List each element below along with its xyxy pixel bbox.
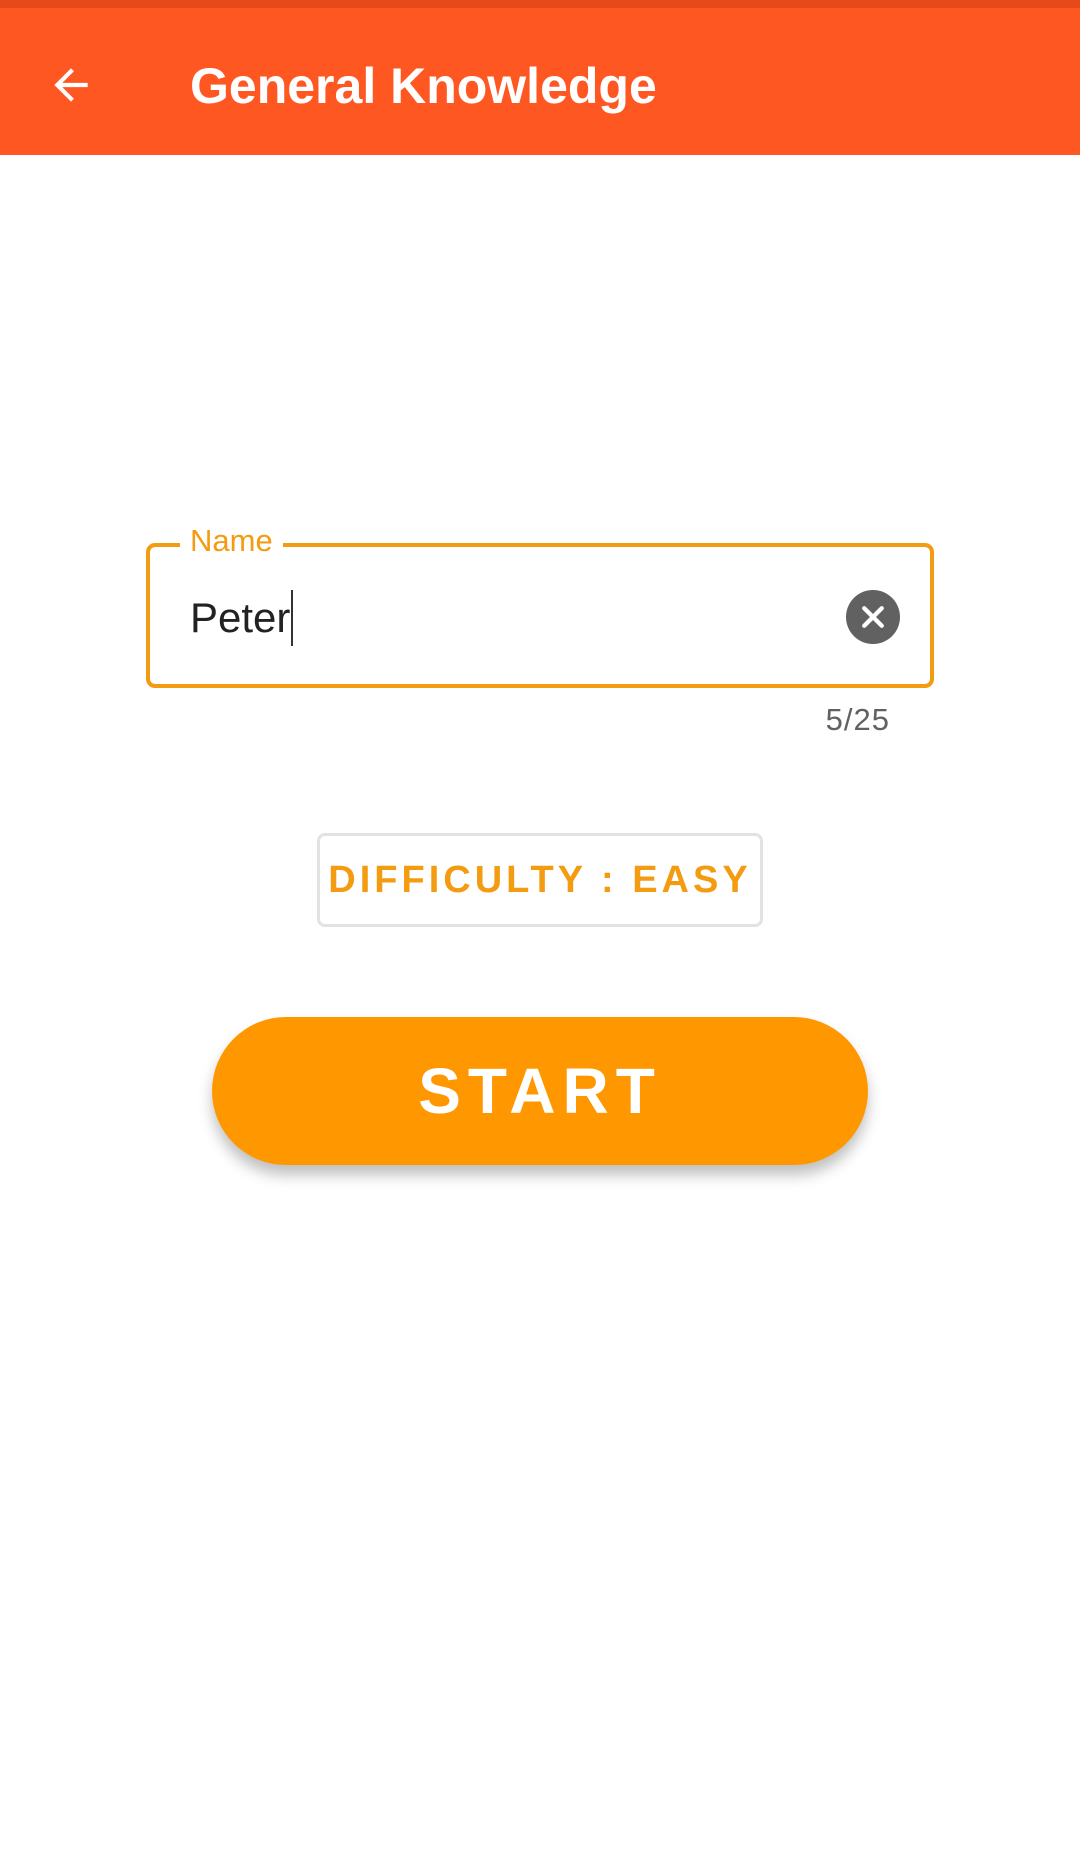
app-bar: General Knowledge — [0, 8, 1080, 155]
back-button[interactable] — [36, 50, 106, 120]
page-title: General Knowledge — [190, 58, 657, 114]
clear-text-button[interactable] — [846, 590, 900, 644]
name-field-label: Name — [180, 522, 283, 560]
text-cursor — [291, 590, 294, 646]
start-button[interactable]: START — [212, 1017, 868, 1165]
name-field[interactable]: Name Peter — [146, 522, 934, 688]
status-bar-strip — [0, 0, 1080, 8]
name-input[interactable]: Peter — [190, 590, 294, 646]
close-icon — [862, 606, 884, 628]
difficulty-button[interactable]: DIFFICULTY : EASY — [317, 833, 763, 927]
character-counter: 5/25 — [825, 702, 890, 737]
arrow-back-icon — [54, 68, 88, 102]
name-input-value: Peter — [190, 594, 291, 641]
